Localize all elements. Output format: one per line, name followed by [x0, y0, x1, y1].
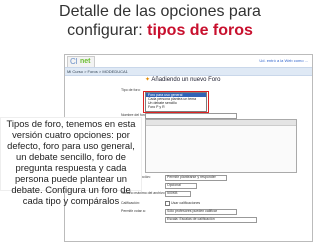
breadcrumb: Mi Curso > Foros > MODEDUCA1 — [65, 67, 312, 76]
slide-title-line1: Detalle de las opciones para — [59, 3, 261, 20]
max-size-value: 500KB — [167, 191, 178, 195]
explanation-callout: Tipos de foro, tenemos en esta versión c… — [1, 118, 141, 206]
logo-right: net — [80, 58, 91, 65]
forum-name-label: Nombre del foro: — [121, 113, 148, 117]
rating-scale-value: Escala: Escalas de calificación — [167, 217, 215, 221]
restrict-label: Permitir votar a: — [121, 209, 146, 213]
forum-icon: ✦ — [145, 77, 151, 83]
form-heading-text: Añadiendo un nuevo Foro — [151, 77, 221, 83]
use-ratings-checkbox[interactable] — [165, 201, 170, 206]
rating-permission-value: Sólo profesores pueden calificar — [167, 209, 218, 213]
logo-bar: Cl net Ud. entró a la Web como ... — [65, 55, 312, 68]
use-ratings-label: Usar calificaciones — [171, 201, 201, 205]
form-heading: ✦ Añadiendo un nuevo Foro — [145, 77, 220, 84]
intro-editor[interactable] — [145, 119, 297, 173]
slide-title-line2: configurar: tipos de foros — [0, 21, 320, 40]
forum-type-select[interactable]: Foro para uso general Cada persona plant… — [145, 92, 207, 112]
user-status[interactable]: Ud. entró a la Web como ... — [259, 58, 308, 63]
logo-left: Cl — [70, 57, 78, 66]
slide-title-accent: tipos de foros — [147, 22, 253, 39]
forum-type-label: Tipo de foro: — [121, 88, 141, 92]
slide-title: Detalle de las opciones para configurar:… — [0, 2, 320, 40]
forum-type-option[interactable]: Foro P y R — [146, 105, 206, 109]
editor-toolbar[interactable] — [146, 120, 296, 126]
callout-text: Tipos de foro, tenemos en esta versión c… — [6, 118, 136, 206]
slide-title-prefix: configurar: — [67, 22, 148, 39]
breadcrumb-text[interactable]: Mi Curso > Foros > MODEDUCA1 — [67, 69, 128, 74]
track-value: Opcional — [167, 183, 181, 187]
subscribe-value: Permitir plantearse y responder — [167, 175, 216, 179]
